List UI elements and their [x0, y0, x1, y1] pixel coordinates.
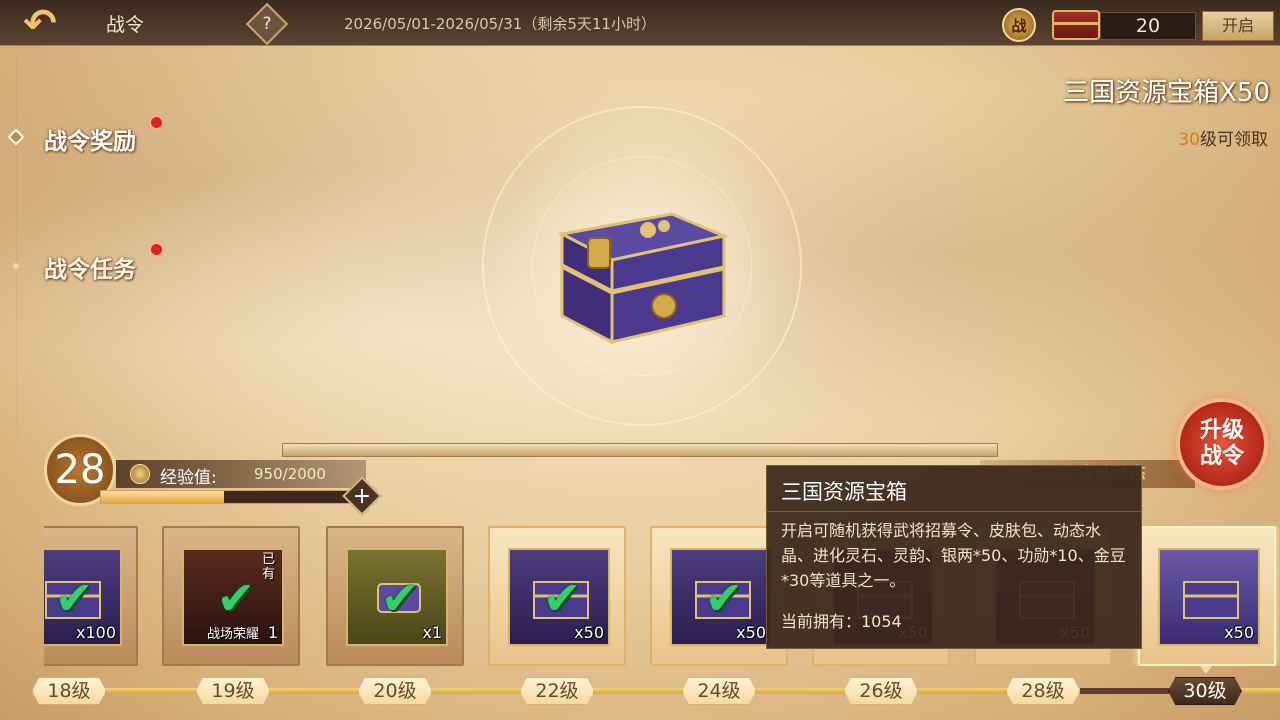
level-tag: 26级: [844, 677, 918, 705]
reward-card[interactable]: ✔ x100: [44, 526, 138, 666]
tooltip-divider: [767, 511, 1141, 512]
level-tag: 28级: [1006, 677, 1080, 705]
battle-pass-badge-icon[interactable]: 战: [1002, 8, 1036, 42]
owned-tag: 已有: [262, 552, 276, 582]
back-arrow-icon[interactable]: ↶: [10, 4, 70, 44]
tooltip-title: 三国资源宝箱: [781, 480, 907, 504]
notification-dot-icon: [150, 243, 163, 256]
upgrade-label-line2: 战令: [1199, 444, 1244, 469]
sidebar-item-tasks[interactable]: 战令任务: [44, 250, 136, 284]
upgrade-pass-button[interactable]: 升级 战令: [1176, 398, 1268, 490]
inactive-marker-icon: [13, 263, 19, 269]
resource-chest-icon[interactable]: [552, 204, 732, 349]
reward-slot: ✔ x50: [670, 548, 772, 646]
chest-count: 20: [1100, 12, 1196, 40]
item-tooltip: 三国资源宝箱 开启可随机获得武将招募令、皮肤包、动态水晶、进化灵石、灵韵、银两*…: [766, 465, 1142, 649]
treasure-chest-icon: [1052, 10, 1100, 40]
reward-slot: ✔ x100: [44, 548, 122, 646]
current-level-marker-icon: [1200, 666, 1212, 674]
claimed-check-icon: ✔: [216, 571, 256, 625]
reward-quantity: x1: [422, 623, 442, 642]
claimed-check-icon: ✔: [380, 571, 420, 625]
level-tag: 20级: [358, 677, 432, 705]
sidebar-line: [16, 60, 17, 440]
plus-icon: +: [352, 483, 372, 509]
level-tag: 24级: [682, 677, 756, 705]
upgrade-label-line1: 升级: [1199, 418, 1244, 443]
help-button[interactable]: ?: [245, 2, 289, 46]
reward-slot: 已有 ✔ 战场荣耀 1: [182, 548, 284, 646]
reward-quantity: 1: [267, 623, 278, 642]
open-chest-button[interactable]: 开启: [1202, 11, 1274, 41]
decorative-rail: [282, 443, 998, 457]
level-tag: 22级: [520, 677, 594, 705]
season-date-range: 2026/05/01-2026/05/31（剩余5天11小时）: [344, 15, 656, 33]
top-bar: ↶ 战令 ? 2026/05/01-2026/05/31（剩余5天11小时） 战…: [0, 0, 1280, 46]
exp-progress-bar: [100, 490, 360, 504]
purple-chest-icon: [1183, 581, 1239, 619]
exp-coin-icon: [130, 464, 150, 484]
reward-slot: ✔ x50: [508, 548, 610, 646]
reward-slot: ✔ x1: [346, 548, 448, 646]
reward-card[interactable]: ✔ x50: [488, 526, 626, 666]
page-title: 战令: [106, 14, 145, 36]
reward-quantity: x50: [1224, 623, 1254, 642]
level-tag: 18级: [32, 677, 106, 705]
exp-strip: [116, 460, 366, 488]
unlock-suffix: 级可领取: [1200, 130, 1268, 150]
reward-card[interactable]: ✔ x1: [326, 526, 464, 666]
claimed-check-icon: ✔: [542, 571, 582, 625]
reward-name: 三国资源宝箱X50: [1063, 78, 1270, 108]
exp-label: 经验值:: [160, 468, 217, 488]
notification-dot-icon: [150, 116, 163, 129]
reward-slot: x50: [1158, 548, 1260, 646]
exp-progress-fill: [101, 491, 224, 503]
reward-card-selected[interactable]: x50: [1138, 526, 1276, 666]
reward-quantity: x50: [736, 623, 766, 642]
reward-quantity: x50: [574, 623, 604, 642]
level-tag: 19级: [196, 677, 270, 705]
exp-value: 950/2000: [254, 465, 326, 483]
claimed-check-icon: ✔: [704, 571, 744, 625]
unlock-level: 30: [1178, 130, 1200, 150]
claimed-check-icon: ✔: [54, 571, 94, 625]
tooltip-owned-count: 当前拥有：1054: [781, 612, 902, 631]
help-icon: ?: [262, 14, 272, 34]
reward-card[interactable]: 已有 ✔ 战场荣耀 1: [162, 526, 300, 666]
reward-quantity: x100: [75, 623, 116, 642]
level-tag-current: 30级: [1168, 677, 1242, 705]
tooltip-description: 开启可随机获得武将招募令、皮肤包、动态水晶、进化灵石、灵韵、银两*50、功勋*1…: [781, 521, 1126, 590]
unlock-requirement: 30级可领取: [1178, 125, 1268, 150]
sidebar-item-rewards[interactable]: 战令奖励: [44, 122, 136, 156]
